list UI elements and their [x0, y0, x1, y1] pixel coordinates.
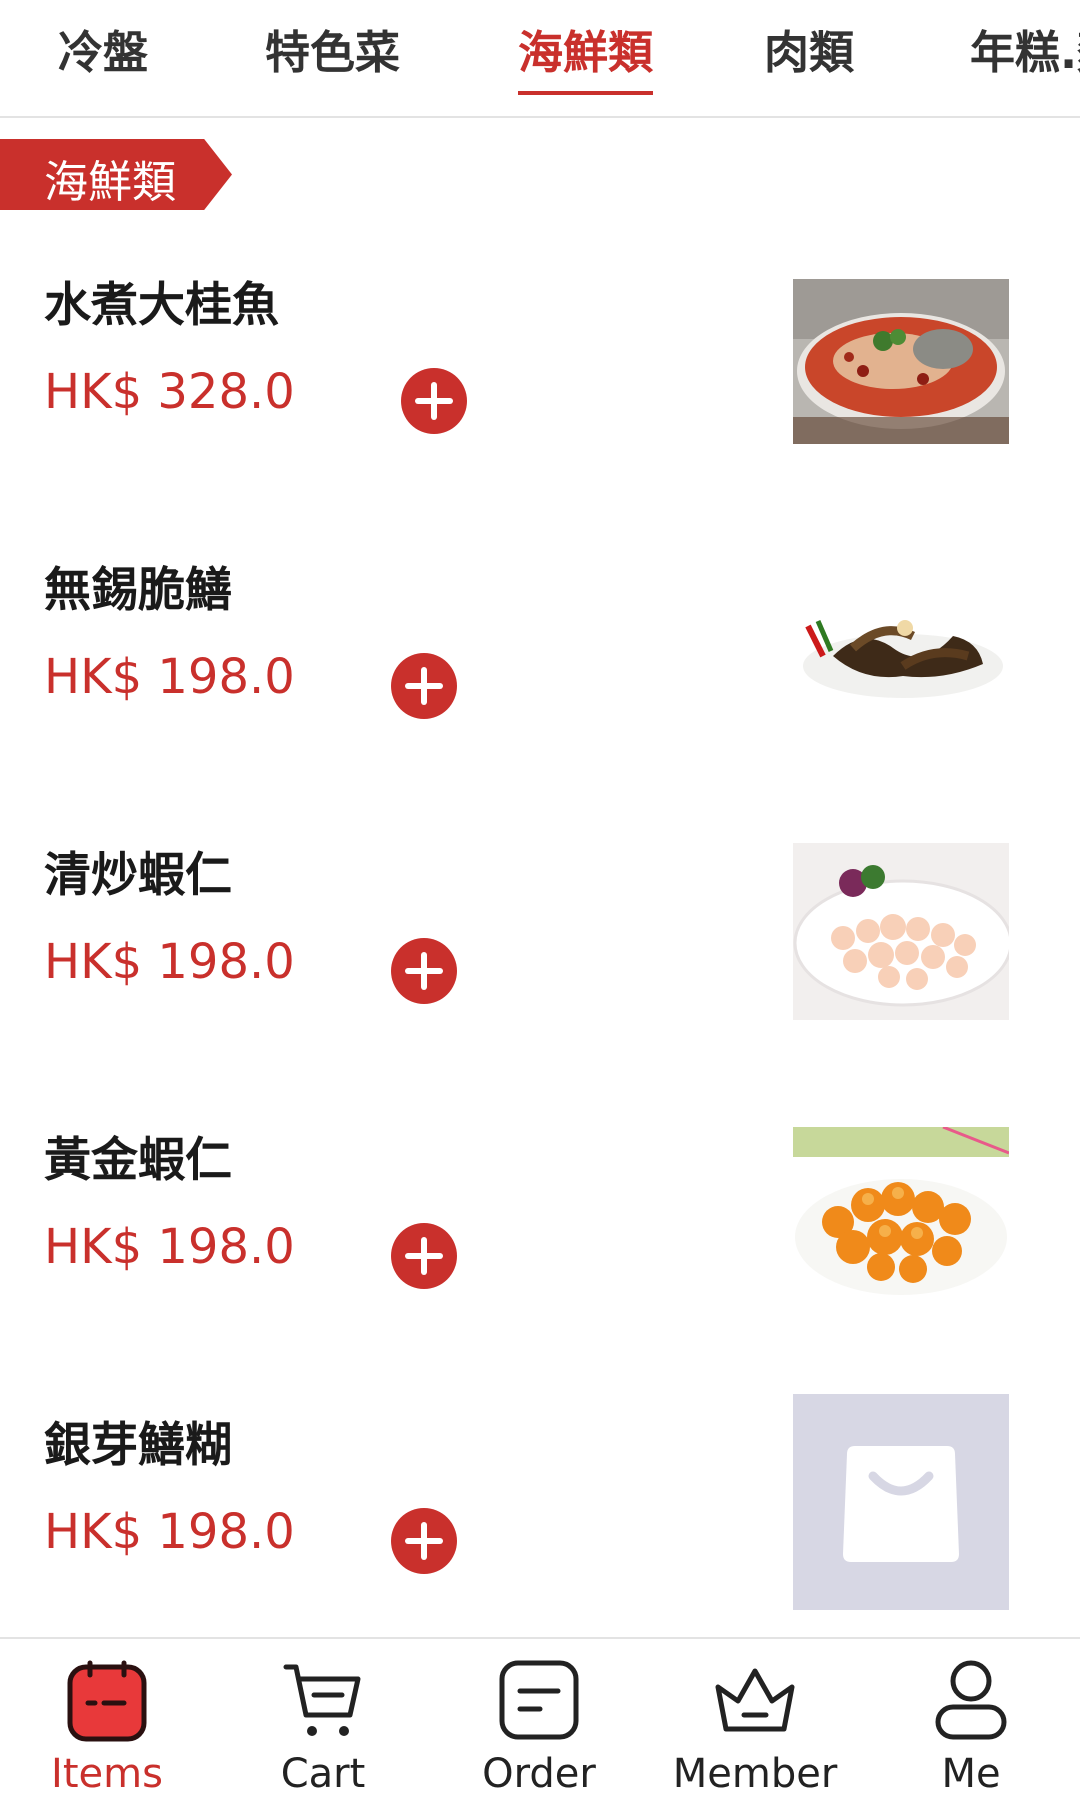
menu-page: 冷盤 特色菜 海鮮類 肉類 年糕.麵 海鮮類 水煮大桂魚 HK$ 328.0 — [0, 0, 1080, 1797]
dish-image[interactable] — [793, 586, 1009, 708]
crown-icon — [715, 1668, 795, 1732]
dish-image-placeholder[interactable] — [793, 1394, 1009, 1610]
category-tabs: 冷盤 特色菜 海鮮類 肉類 年糕.麵 — [0, 0, 1080, 118]
tab-rice-cake-noodles[interactable]: 年糕.麵 — [970, 16, 1080, 81]
add-to-cart-button[interactable] — [391, 1508, 457, 1574]
bottom-nav: Items Cart Order Member Me — [0, 1637, 1080, 1797]
item-name: 銀芽鱔糊 — [44, 1418, 232, 1473]
item-price: HK$ 198.0 — [44, 1219, 295, 1275]
item-name: 清炒蝦仁 — [44, 848, 232, 903]
item-price: HK$ 198.0 — [44, 649, 295, 705]
person-icon — [935, 1660, 1007, 1740]
spicy-boiled-fish-image — [793, 279, 1009, 444]
stir-fried-shrimp-image — [793, 843, 1009, 1020]
section-ribbon: 海鮮類 — [0, 139, 232, 210]
nav-order[interactable]: Order — [439, 1639, 639, 1797]
add-to-cart-button[interactable] — [391, 1223, 457, 1289]
crispy-eel-image — [793, 586, 1009, 708]
menu-item[interactable]: 黃金蝦仁 HK$ 198.0 — [0, 1081, 1080, 1368]
item-name: 黃金蝦仁 — [44, 1133, 232, 1188]
item-price: HK$ 198.0 — [44, 1504, 295, 1560]
nav-items-label: Items — [51, 1751, 163, 1797]
tab-seafood[interactable]: 海鮮類 — [518, 16, 654, 95]
dish-image[interactable] — [793, 843, 1009, 1020]
section-title: 海鮮類 — [44, 157, 176, 208]
nav-cart-label: Cart — [280, 1751, 366, 1797]
menu-item[interactable]: 銀芽鱔糊 HK$ 198.0 — [0, 1366, 1080, 1653]
active-tab-indicator — [518, 91, 654, 95]
placeholder-bag-icon — [843, 1446, 959, 1562]
item-price: HK$ 328.0 — [44, 364, 295, 420]
order-icon — [499, 1660, 579, 1740]
item-price: HK$ 198.0 — [44, 934, 295, 990]
tab-cold-dishes[interactable]: 冷盤 — [58, 16, 148, 81]
nav-me-label: Me — [941, 1751, 1001, 1797]
menu-item[interactable]: 水煮大桂魚 HK$ 328.0 — [0, 226, 1080, 513]
nav-member[interactable]: Member — [655, 1639, 855, 1797]
add-to-cart-button[interactable] — [391, 653, 457, 719]
tab-specialty-dishes[interactable]: 特色菜 — [265, 16, 400, 81]
tab-seafood-label: 海鮮類 — [518, 26, 654, 79]
menu-item[interactable]: 無錫脆鱔 HK$ 198.0 — [0, 511, 1080, 798]
nav-member-label: Member — [672, 1751, 838, 1797]
item-name: 無錫脆鱔 — [44, 563, 232, 618]
items-icon — [67, 1660, 147, 1742]
golden-shrimp-image — [793, 1127, 1009, 1304]
cart-icon — [283, 1664, 361, 1736]
nav-order-label: Order — [482, 1751, 596, 1797]
item-name: 水煮大桂魚 — [44, 278, 279, 333]
nav-cart[interactable]: Cart — [223, 1639, 423, 1797]
tab-meat[interactable]: 肉類 — [764, 16, 854, 81]
menu-item[interactable]: 清炒蝦仁 HK$ 198.0 — [0, 796, 1080, 1083]
nav-items[interactable]: Items — [7, 1639, 207, 1797]
dish-image[interactable] — [793, 279, 1009, 444]
dish-image[interactable] — [793, 1127, 1009, 1304]
add-to-cart-button[interactable] — [391, 938, 457, 1004]
nav-me[interactable]: Me — [871, 1639, 1071, 1797]
add-to-cart-button[interactable] — [401, 368, 467, 434]
